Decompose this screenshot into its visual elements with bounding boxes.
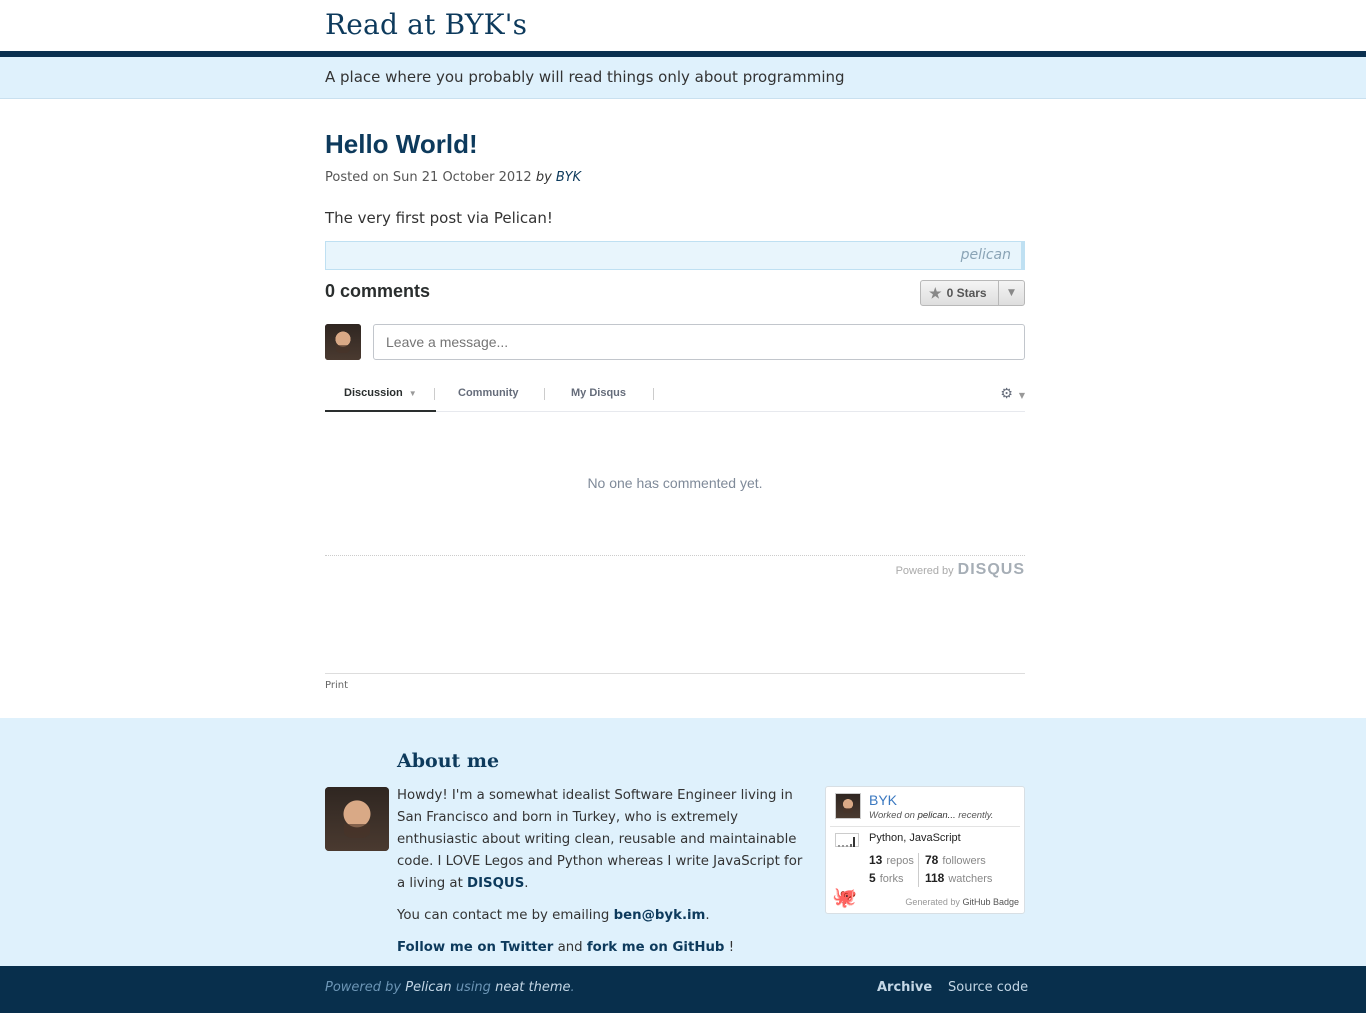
about-paragraph: Howdy! I'm a somewhat idealist Software … [397,788,803,891]
footer-credits: Powered by Pelican using neat theme. [325,980,575,995]
activity-chart-icon [835,833,859,847]
star-icon: ★ [929,284,942,301]
powered-by-disqus[interactable]: Powered by DISQUS [896,561,1025,579]
stars-label: 0 Stars [946,286,987,300]
and-text: and [557,940,583,955]
divider [325,673,1025,674]
post-title[interactable]: Hello World! [325,129,478,160]
stars-button[interactable]: ★ 0 Stars ▼ [920,280,1025,306]
github-avatar [835,793,861,819]
bang-text: ! [728,940,735,955]
about-text: Howdy! I'm a somewhat idealist Software … [397,785,807,969]
post-author-link[interactable]: BYK [556,170,581,185]
github-link[interactable]: fork me on GitHub [587,940,725,955]
site-header: Read at BYK's [0,0,1366,57]
nav-divider [544,388,545,400]
social-paragraph: Follow me on Twitter and fork me on GitH… [397,937,807,959]
nav-divider [653,388,654,400]
tagline-band: A place where you probably will read thi… [0,57,1366,99]
generator-link[interactable]: GitHub Badge [962,897,1019,907]
octocat-icon: 🐙 [832,887,857,909]
disqus-nav: Discussion ▼ Community My Disqus ⚙ ▼ [325,377,1025,412]
twitter-link[interactable]: Follow me on Twitter [397,940,553,955]
chevron-down-icon[interactable]: ▼ [999,281,1024,305]
stat-watchers[interactable]: 118 watchers [925,871,992,885]
active-tab-indicator [325,410,436,412]
empty-comments-text: No one has commented yet. [587,475,763,491]
divider [325,555,1025,556]
archive-link[interactable]: Archive [877,980,932,995]
email-link[interactable]: ben@byk.im [614,908,706,923]
message-input[interactable] [373,324,1025,360]
github-worked-on: Worked on pelican... recently. [869,810,994,821]
disqus-logo: DISQUS [957,561,1025,578]
powered-by-text: Powered by [895,565,954,577]
print-link[interactable]: Print [325,680,348,691]
github-languages: Python, JavaScript [869,832,961,844]
tag-bar: pelican [325,241,1025,270]
github-badge: BYK Worked on pelican... recently. Pytho… [825,786,1025,914]
post-date: Posted on Sun 21 October 2012 [325,170,532,185]
nav-divider [434,388,435,400]
gear-icon[interactable]: ⚙ ▼ [1000,386,1025,402]
avatar [325,324,361,360]
chevron-down-icon: ▼ [408,389,417,398]
post-meta: Posted on Sun 21 October 2012 by BYK [325,170,581,185]
tab-community[interactable]: Community [458,387,519,399]
contact-prefix: You can contact me by emailing [397,908,610,923]
divider [830,826,1020,827]
tab-discussion-label: Discussion [344,387,403,399]
tag-link[interactable]: pelican [961,247,1011,263]
about-title: About me [397,750,500,772]
site-tagline: A place where you probably will read thi… [325,68,845,86]
contact-paragraph: You can contact me by emailing ben@byk.i… [397,908,710,923]
divider [918,853,919,887]
stars-main[interactable]: ★ 0 Stars [921,281,999,305]
pelican-link[interactable]: Pelican [405,980,451,995]
stat-forks[interactable]: 5 forks [869,871,904,885]
github-repo-link[interactable]: pelican... [918,810,956,821]
tab-discussion[interactable]: Discussion ▼ [344,387,417,399]
disqus-link[interactable]: DISQUS [467,876,524,891]
stat-repos[interactable]: 13 repos [869,853,914,867]
post-body: The very first post via Pelican! [325,209,553,227]
post-by: by [535,170,552,185]
site-title[interactable]: Read at BYK's [325,8,527,41]
comments-count: 0 comments [325,281,431,301]
generated-by-text: Generated by [905,897,960,907]
about-avatar [325,787,389,851]
github-username-link[interactable]: BYK [869,792,897,808]
tab-my-disqus[interactable]: My Disqus [571,387,626,399]
theme-link[interactable]: neat theme [495,980,570,995]
site-footer: Powered by Pelican using neat theme. Arc… [0,966,1366,1013]
source-code-link[interactable]: Source code [948,980,1028,995]
stat-followers[interactable]: 78 followers [925,853,986,867]
about-section: About me Howdy! I'm a somewhat idealist … [0,718,1366,966]
github-badge-credit: Generated by GitHub Badge [905,897,1019,907]
about-bio: Howdy! I'm a somewhat idealist Software … [397,788,803,891]
